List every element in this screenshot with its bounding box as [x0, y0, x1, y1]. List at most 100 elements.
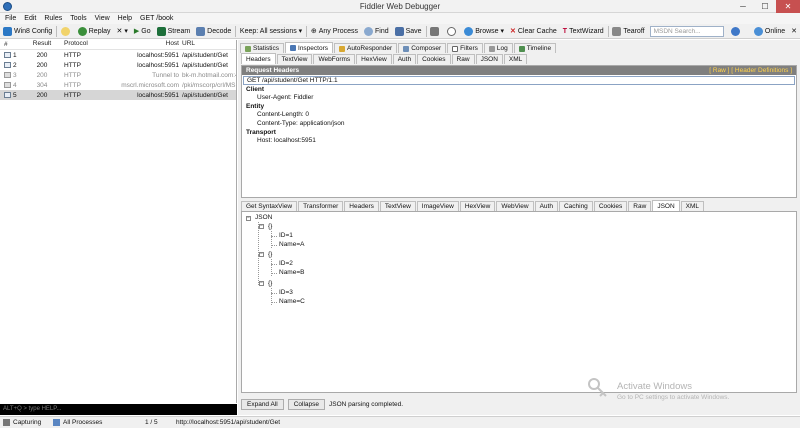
minimize-button[interactable]: ─ — [732, 0, 754, 13]
replay-button[interactable]: Replay — [75, 24, 114, 39]
tab-filters[interactable]: Filters — [447, 43, 483, 53]
session-json-icon — [4, 52, 11, 58]
resp-tab-imageview[interactable]: ImageView — [416, 201, 459, 211]
resp-tab-syntaxview[interactable]: Get SyntaxView — [241, 201, 298, 211]
quickexec-input[interactable]: ALT+Q > type HELP... — [0, 404, 237, 415]
textwizard-button[interactable]: T TextWizard — [560, 24, 607, 39]
json-field-node[interactable]: ID=3 — [279, 289, 293, 297]
collapse-toggle-icon[interactable]: − — [259, 252, 264, 257]
req-tab-cookies[interactable]: Cookies — [417, 54, 451, 64]
resp-tab-webview[interactable]: WebView — [496, 201, 534, 211]
resp-tab-raw[interactable]: Raw — [628, 201, 652, 211]
col-host[interactable]: Host — [102, 40, 182, 49]
textwizard-label: TextWizard — [569, 27, 604, 35]
resp-tab-cookies[interactable]: Cookies — [593, 201, 628, 211]
collapse-toggle-icon[interactable]: − — [259, 281, 264, 286]
msdn-search-input[interactable]: MSDN Search... — [649, 25, 724, 37]
json-field-node[interactable]: Name=A — [279, 241, 304, 249]
online-label: Online — [764, 27, 786, 35]
resp-tab-textview[interactable]: TextView — [379, 201, 416, 211]
session-row[interactable]: 4 304 HTTP mscrl.microsoft.com /pki/msco… — [0, 80, 236, 90]
session-row[interactable]: 1 200 HTTP localhost:5951 /api/student/G… — [0, 50, 236, 60]
resp-tab-auth[interactable]: Auth — [534, 201, 558, 211]
tab-inspectors[interactable]: Inspectors — [285, 42, 334, 53]
session-url: /api/student/Get — [182, 51, 228, 59]
resp-tab-headers[interactable]: Headers — [344, 201, 379, 211]
stream-button[interactable]: Stream — [154, 24, 194, 39]
maximize-button[interactable]: ☐ — [754, 0, 776, 13]
resp-tab-transformer[interactable]: Transformer — [298, 201, 344, 211]
col-num[interactable]: # — [0, 40, 30, 49]
win8-config-button[interactable]: Win8 Config — [0, 24, 55, 39]
browse-button[interactable]: Browse ▾ — [461, 24, 507, 39]
close-button[interactable]: ✕ — [776, 0, 800, 13]
raw-definitions-links[interactable]: [ Raw ] [ Header Definitions ] — [709, 66, 792, 75]
session-row-selected[interactable]: 5 200 HTTP localhost:5951 /api/student/G… — [0, 90, 236, 100]
find-button[interactable]: Find — [361, 24, 392, 39]
tab-statistics[interactable]: Statistics — [240, 43, 285, 53]
menu-file[interactable]: File — [5, 13, 16, 24]
json-object-node[interactable]: {} — [268, 223, 272, 231]
json-object-node[interactable]: {} — [268, 280, 272, 288]
req-tab-headers[interactable]: Headers — [241, 53, 276, 64]
header-group-entity: Entity — [246, 103, 265, 110]
collapse-toggle-icon[interactable]: − — [246, 216, 251, 221]
clear-cache-button[interactable]: ✕ Clear Cache — [507, 24, 560, 39]
col-result[interactable]: Result — [30, 40, 54, 49]
json-field-node[interactable]: Name=C — [279, 298, 305, 306]
collapse-button[interactable]: Collapse — [287, 398, 326, 410]
menu-view[interactable]: View — [95, 13, 110, 24]
req-tab-textview[interactable]: TextView — [276, 54, 313, 64]
save-button[interactable]: Save — [392, 24, 425, 39]
json-field-node[interactable]: ID=1 — [279, 232, 293, 240]
tab-composer[interactable]: Composer — [398, 43, 447, 53]
req-tab-hexview[interactable]: HexView — [356, 54, 392, 64]
help-button[interactable] — [728, 24, 745, 39]
camera-icon — [430, 26, 440, 36]
menu-help[interactable]: Help — [118, 13, 132, 24]
json-root-node[interactable]: JSON — [255, 214, 272, 222]
json-field-node[interactable]: ID=2 — [279, 260, 293, 268]
menu-get-book[interactable]: GET /book — [140, 13, 173, 24]
req-tab-json[interactable]: JSON — [475, 54, 503, 64]
keep-sessions-dropdown[interactable]: Keep: All sessions ▾ — [237, 24, 305, 39]
resp-tab-hexview[interactable]: HexView — [459, 201, 496, 211]
tab-autoresponder[interactable]: AutoResponder — [334, 43, 398, 53]
screenshot-button[interactable] — [427, 24, 444, 39]
timer-button[interactable] — [444, 24, 461, 39]
json-field-node[interactable]: Name=B — [279, 269, 304, 277]
json-tree-view: − JSON − {} ID=1 Name=A − {} ID=2 Name=B… — [241, 211, 797, 393]
req-tab-raw[interactable]: Raw — [451, 54, 475, 64]
req-tab-auth[interactable]: Auth — [392, 54, 417, 64]
close-toolbar-button[interactable]: ✕ — [788, 24, 800, 39]
any-process-button[interactable]: ⊕ Any Process — [308, 24, 361, 39]
resp-tab-xml[interactable]: XML — [680, 201, 705, 211]
menu-rules[interactable]: Rules — [44, 13, 62, 24]
resp-tab-caching[interactable]: Caching — [558, 201, 593, 211]
menu-edit[interactable]: Edit — [24, 13, 36, 24]
remove-button[interactable]: ✕ ▾ — [114, 24, 131, 39]
menu-tools[interactable]: Tools — [70, 13, 86, 24]
session-row[interactable]: 3 200 HTTP Tunnel to bk-m.hotmail.com:44… — [0, 70, 236, 80]
tab-log[interactable]: Log — [483, 43, 513, 53]
tab-timeline[interactable]: Timeline — [513, 43, 557, 53]
tearoff-button[interactable]: Tearoff — [609, 24, 647, 39]
close-icon: ✕ — [791, 28, 798, 35]
resp-tab-json[interactable]: JSON — [652, 200, 680, 211]
tab-label: Composer — [411, 45, 442, 52]
request-tabs: Headers TextView WebForms HexView Auth C… — [241, 53, 528, 64]
session-row[interactable]: 2 200 HTTP localhost:5951 /api/student/G… — [0, 60, 236, 70]
expand-all-button[interactable]: Expand All — [241, 398, 284, 410]
collapse-toggle-icon[interactable]: − — [259, 224, 264, 229]
capturing-toggle[interactable]: Capturing — [3, 419, 41, 426]
col-protocol[interactable]: Protocol — [54, 40, 102, 49]
comment-button[interactable] — [58, 24, 75, 39]
req-tab-webforms[interactable]: WebForms — [313, 54, 356, 64]
req-tab-xml[interactable]: XML — [503, 54, 528, 64]
process-filter[interactable]: All Processes — [53, 419, 102, 426]
decode-button[interactable]: Decode — [193, 24, 234, 39]
session-result: 304 — [36, 81, 48, 89]
go-button[interactable]: ▶ Go — [131, 24, 154, 39]
json-object-node[interactable]: {} — [268, 251, 272, 259]
col-url[interactable]: URL — [182, 40, 236, 49]
